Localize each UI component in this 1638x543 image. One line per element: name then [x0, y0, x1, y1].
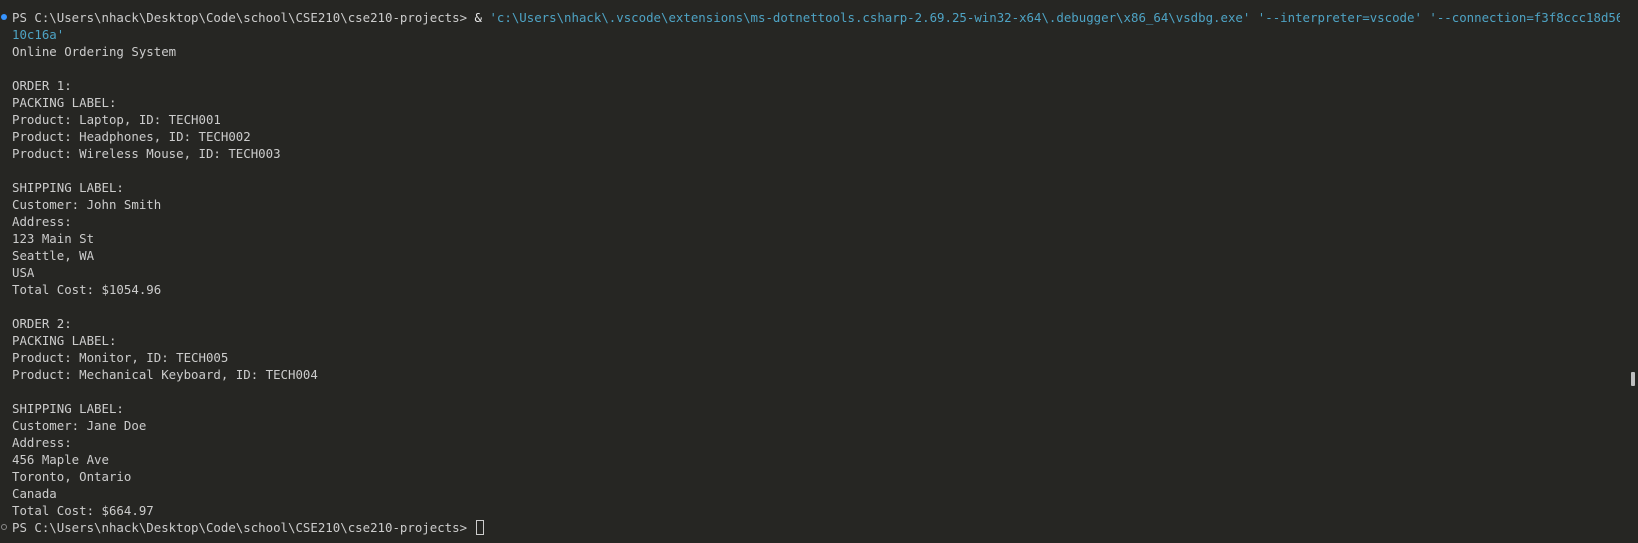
output-line: 123 Main St — [12, 231, 95, 246]
output-line: Canada — [12, 486, 57, 501]
output-line: Product: Monitor, ID: TECH005 — [12, 350, 229, 365]
output-line: Online Ordering System — [12, 44, 177, 59]
output-line: Seattle, WA — [12, 248, 95, 263]
output-line: Total Cost: $1054.96 — [12, 282, 162, 297]
output-line: 456 Maple Ave — [12, 452, 109, 467]
output-line: PACKING LABEL: — [12, 333, 117, 348]
terminal-output: PS C:\Users\nhack\Desktop\Code\school\CS… — [12, 9, 1620, 536]
command-pending-marker-icon[interactable] — [1, 524, 7, 530]
output-line: Customer: Jane Doe — [12, 418, 147, 433]
final-prompt-text: PS C:\Users\nhack\Desktop\Code\school\CS… — [12, 520, 475, 535]
output-line: SHIPPING LABEL: — [12, 401, 124, 416]
output-line: PACKING LABEL: — [12, 95, 117, 110]
output-line: Product: Mechanical Keyboard, ID: TECH00… — [12, 367, 318, 382]
prompt-text: PS C:\Users\nhack\Desktop\Code\school\CS… — [12, 10, 475, 25]
command-line-wrap: 10c16a' — [12, 27, 65, 42]
output-line: Total Cost: $664.97 — [12, 503, 154, 518]
program-output: Online Ordering System ORDER 1: PACKING LA… — [12, 43, 1620, 519]
output-line: Toronto, Ontario — [12, 469, 132, 484]
final-prompt-line[interactable]: PS C:\Users\nhack\Desktop\Code\school\CS… — [12, 519, 1620, 536]
command-args: 'c:\Users\nhack\.vscode\extensions\ms-do… — [489, 10, 1620, 25]
output-line: SHIPPING LABEL: — [12, 180, 124, 195]
output-line: ORDER 1: — [12, 78, 72, 93]
output-line: ORDER 2: — [12, 316, 72, 331]
vertical-scrollbar[interactable] — [1624, 0, 1638, 543]
output-line: Product: Laptop, ID: TECH001 — [12, 112, 221, 127]
text-cursor — [475, 520, 484, 535]
terminal-panel[interactable]: PS C:\Users\nhack\Desktop\Code\school\CS… — [0, 0, 1638, 543]
scrollbar-thumb[interactable] — [1631, 372, 1635, 386]
output-line: Customer: John Smith — [12, 197, 162, 212]
output-line: Product: Headphones, ID: TECH002 — [12, 129, 251, 144]
output-line: USA — [12, 265, 35, 280]
command-success-marker-icon[interactable] — [1, 14, 7, 20]
output-line: Product: Wireless Mouse, ID: TECH003 — [12, 146, 281, 161]
command-line: PS C:\Users\nhack\Desktop\Code\school\CS… — [12, 9, 1620, 26]
output-line: Address: — [12, 435, 72, 450]
output-line: Address: — [12, 214, 72, 229]
command-operator: & — [474, 10, 490, 25]
